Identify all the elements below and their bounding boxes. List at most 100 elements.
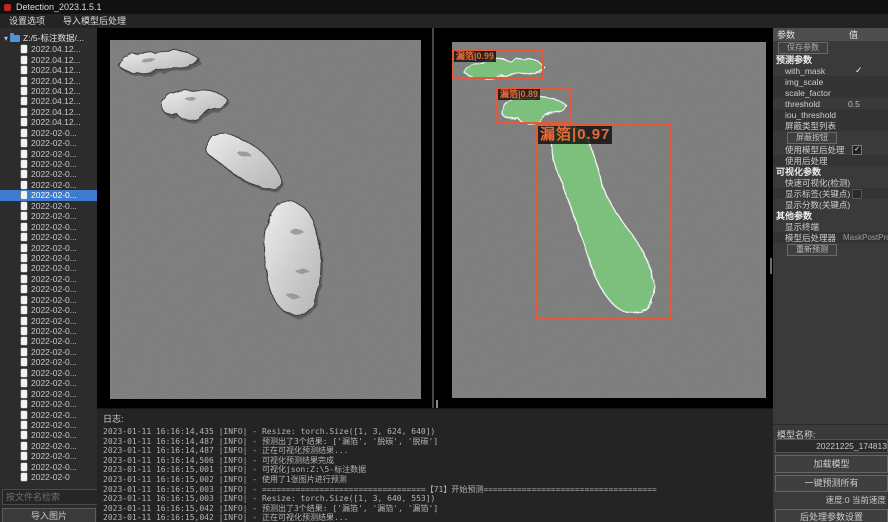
file-icon — [21, 191, 27, 199]
param-row-use-post[interactable]: 使用后处理 — [773, 155, 888, 166]
param-row-show-score-kp[interactable]: 显示分数(关键点) — [773, 199, 888, 210]
param-row-show-terminal[interactable]: 显示终端 — [773, 221, 888, 232]
tree-item[interactable]: 2022-02-0... — [0, 378, 97, 388]
log-line: 2023-01-11 16:16:15,001 |INFO| - 可视化json… — [97, 465, 773, 475]
tree-item[interactable]: 2022-02-0... — [0, 148, 97, 158]
tree-item-label: 2022-02-0... — [31, 201, 77, 211]
tree-item-label: 2022-02-0... — [31, 128, 77, 138]
param-row-show-label-kp[interactable]: 显示标签(关键点) — [773, 188, 888, 199]
tree-item[interactable]: 2022.04.12... — [0, 65, 97, 75]
param-row-quick-vis[interactable]: 快速可视化(检测) — [773, 177, 888, 188]
tree-item-list: 2022.04.12...2022.04.12...2022.04.12...2… — [0, 44, 97, 482]
tree-item[interactable]: 2022-02-0... — [0, 232, 97, 242]
tree-item-label: 2022-02-0... — [31, 357, 77, 367]
tree-item[interactable]: 2022.04.12... — [0, 117, 97, 127]
tree-item[interactable]: 2022-02-0... — [0, 420, 97, 430]
tree-item[interactable]: 2022-02-0... — [0, 211, 97, 221]
menu-settings[interactable]: 设置选项 — [0, 14, 54, 28]
model-name-field[interactable]: 20221225_174813 — [775, 439, 888, 453]
tree-item[interactable]: 2022-02-0... — [0, 315, 97, 325]
log-panel[interactable]: 日志: 2023-01-11 16:16:14,435 |INFO| - Res… — [97, 408, 773, 522]
tree-item-label: 2022-02-0... — [31, 253, 77, 263]
panel-splitter-nub[interactable] — [770, 258, 772, 274]
tree-item[interactable]: 2022-02-0... — [0, 336, 97, 346]
predict-all-button[interactable]: 一键预测所有 — [775, 475, 888, 492]
tree-item[interactable]: 2022-02-0... — [0, 128, 97, 138]
param-row-model-post-processor[interactable]: 模型后处理器 MaskPostProc — [773, 232, 888, 243]
tree-item[interactable]: 2022-02-0... — [0, 368, 97, 378]
tree-item[interactable]: 2022-02-0... — [0, 430, 97, 440]
checkbox-checked-icon[interactable]: ✓ — [852, 145, 862, 155]
menu-bar: 设置选项 导入模型后处理 — [0, 14, 888, 29]
tree-item[interactable]: 2022.04.12... — [0, 54, 97, 64]
tree-item[interactable]: 2022-02-0... — [0, 441, 97, 451]
param-row-scale-factor[interactable]: scale_factor — [773, 87, 888, 98]
log-title: 日志: — [97, 409, 773, 427]
param-row-mask-type-list[interactable]: 屏蔽类型列表 — [773, 120, 888, 131]
import-images-button[interactable]: 导入图片 — [2, 508, 96, 522]
tree-item[interactable]: 2022-02-0... — [0, 305, 97, 315]
original-image-panel[interactable] — [110, 40, 421, 399]
param-row-use-model-post[interactable]: 使用模型后处理 ✓ — [773, 144, 888, 155]
tree-item[interactable]: 2022-02-0... — [0, 180, 97, 190]
file-tree: ▾ Z:/5-标注数据/... 2022.04.12...2022.04.12.… — [0, 32, 97, 486]
post-settings-button[interactable]: 后处理参数设置 — [775, 509, 888, 522]
param-row-threshold[interactable]: threshold 0.5 — [773, 98, 888, 109]
tree-item[interactable]: 2022-02-0... — [0, 242, 97, 252]
app-logo-icon — [4, 4, 11, 11]
tree-item[interactable]: 2022-02-0... — [0, 462, 97, 472]
tree-item[interactable]: 2022-02-0... — [0, 159, 97, 169]
log-line: 2023-01-11 16:16:14,506 |INFO| - 可视化预测结果… — [97, 456, 773, 466]
log-line: 2023-01-11 16:16:14,487 |INFO| - 预测出了3个结… — [97, 437, 773, 447]
tree-item[interactable]: 2022-02-0... — [0, 326, 97, 336]
threshold-value[interactable]: 0.5 — [848, 99, 860, 109]
model-post-processor-value[interactable]: MaskPostProc — [843, 233, 888, 242]
image-pane-divider[interactable] — [432, 28, 434, 408]
tree-item[interactable]: 2022-02-0... — [0, 190, 97, 200]
tree-item[interactable]: 2022-02-0... — [0, 253, 97, 263]
prediction-image-panel[interactable]: 漏箔|0.99 漏箔|0.89 漏箔|0.97 — [452, 42, 766, 398]
checkbox-empty-icon[interactable] — [852, 189, 862, 199]
tree-item-label: 2022-02-0... — [31, 326, 77, 336]
tree-item[interactable]: 2022.04.12... — [0, 107, 97, 117]
tree-item[interactable]: 2022.04.12... — [0, 44, 97, 54]
tree-item-label: 2022-02-0... — [31, 305, 77, 315]
tree-item[interactable]: 2022.04.12... — [0, 96, 97, 106]
tree-item[interactable]: 2022-02-0... — [0, 274, 97, 284]
file-icon — [21, 348, 27, 356]
tree-item[interactable]: 2022-02-0... — [0, 295, 97, 305]
section-visualization-params: 可视化参数 — [773, 166, 888, 177]
tree-item[interactable]: 2022-02-0... — [0, 221, 97, 231]
param-row-img-scale[interactable]: img_scale — [773, 76, 888, 87]
param-row-with-mask[interactable]: with_mask ✓ — [773, 65, 888, 76]
tree-item[interactable]: 2022-02-0... — [0, 409, 97, 419]
file-icon — [21, 56, 27, 64]
file-icon — [21, 452, 27, 460]
tree-item[interactable]: 2022-02-0... — [0, 451, 97, 461]
tree-item[interactable]: 2022-02-0... — [0, 201, 97, 211]
menu-import-model-post[interactable]: 导入模型后处理 — [54, 14, 135, 28]
chevron-down-icon[interactable]: ▾ — [4, 34, 8, 43]
tree-item[interactable]: 2022.04.12... — [0, 75, 97, 85]
tree-item-label: 2022-02-0... — [31, 190, 77, 200]
param-row-iou-threshold[interactable]: iou_threshold — [773, 109, 888, 120]
tree-item[interactable]: 2022-02-0 — [0, 472, 97, 482]
tree-item[interactable]: 2022-02-0... — [0, 138, 97, 148]
tree-item[interactable]: 2022-02-0... — [0, 263, 97, 273]
tree-item-label: 2022-02-0... — [31, 180, 77, 190]
tree-item[interactable]: 2022-02-0... — [0, 388, 97, 398]
tree-item[interactable]: 2022.04.12... — [0, 86, 97, 96]
tree-root-folder[interactable]: ▾ Z:/5-标注数据/... — [0, 32, 97, 44]
load-model-button[interactable]: 加载模型 — [775, 455, 888, 473]
tree-item-label: 2022-02-0... — [31, 336, 77, 346]
tree-item[interactable]: 2022-02-0... — [0, 169, 97, 179]
save-params-button[interactable]: 保存参数 — [778, 42, 828, 54]
speed-status: 速度:0 当前速度 — [773, 494, 886, 506]
tree-item[interactable]: 2022-02-0... — [0, 284, 97, 294]
tree-item[interactable]: 2022-02-0... — [0, 357, 97, 367]
repredict-button[interactable]: 重新预测 — [787, 244, 837, 256]
search-input[interactable] — [2, 489, 99, 505]
mask-button[interactable]: 屏蔽按钮 — [787, 132, 837, 144]
tree-item[interactable]: 2022-02-0... — [0, 399, 97, 409]
tree-item[interactable]: 2022-02-0... — [0, 347, 97, 357]
